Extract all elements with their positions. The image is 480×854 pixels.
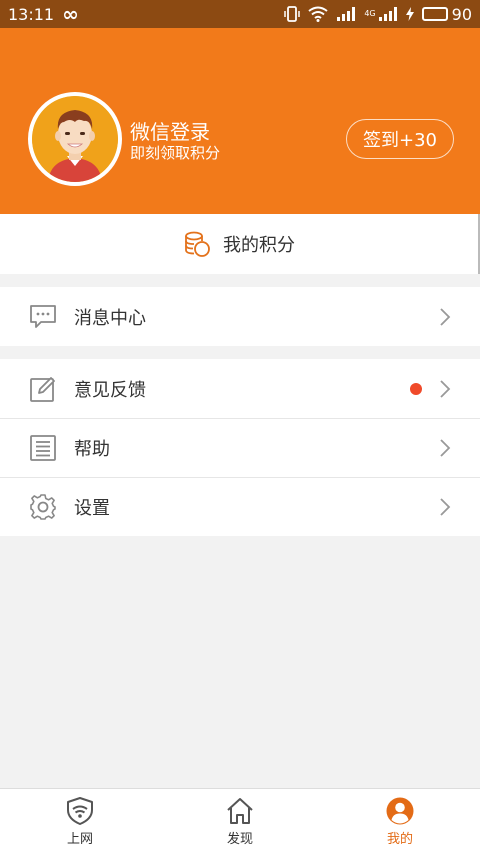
tab-internet[interactable]: 上网 — [0, 789, 160, 854]
vibrate-icon — [284, 6, 301, 22]
battery-icon — [421, 7, 448, 21]
menu-label-feedback: 意见反馈 — [74, 379, 146, 401]
battery-level: 90 — [451, 4, 472, 24]
status-bar: 13:11 ∞ 4G 90 — [0, 0, 480, 28]
signal-icon — [337, 7, 356, 21]
profile-header: 微信登录 即刻领取积分 签到+30 — [0, 28, 480, 214]
menu-label-messages: 消息中心 — [74, 307, 146, 329]
network-badge: 4G — [364, 8, 376, 18]
menu-label-help: 帮助 — [74, 439, 110, 460]
tab-mine[interactable]: 我的 — [320, 789, 480, 854]
menu-group-messages: 消息中心 — [0, 287, 480, 346]
feedback-badge — [410, 382, 422, 395]
signin-button[interactable]: 签到+30 — [346, 119, 454, 159]
login-subtitle: 即刻领取积分 — [130, 144, 221, 162]
my-points-label: 我的积分 — [223, 235, 295, 256]
menu-label-settings: 设置 — [74, 498, 110, 519]
tab-label-internet: 上网 — [66, 832, 93, 847]
profile-icon — [386, 797, 414, 825]
menu-group-main: 意见反馈 帮助 设置 — [0, 359, 480, 536]
menu-item-settings[interactable]: 设置 — [0, 477, 480, 536]
gear-icon — [28, 492, 58, 522]
chevron-right-icon — [440, 498, 451, 516]
avatar-person-icon — [32, 96, 118, 182]
tab-label-mine: 我的 — [386, 832, 413, 847]
menu-item-messages[interactable]: 消息中心 — [0, 287, 480, 346]
tab-discover[interactable]: 发现 — [160, 789, 320, 854]
menu-item-feedback[interactable]: 意见反馈 — [0, 359, 480, 418]
login-title[interactable]: 微信登录 — [130, 116, 210, 145]
status-time: 13:11 — [8, 4, 55, 24]
coins-icon — [185, 231, 210, 257]
signal-4g-icon — [378, 7, 397, 21]
home-icon — [227, 798, 253, 824]
bottom-tab-bar: 上网 发现 我的 — [0, 788, 480, 854]
avatar[interactable] — [28, 92, 122, 186]
wifi-shield-icon — [67, 797, 93, 825]
menu-item-help[interactable]: 帮助 — [0, 418, 480, 477]
infinity-icon: ∞ — [62, 2, 79, 26]
tab-label-discover: 发现 — [226, 832, 253, 847]
chevron-right-icon — [440, 439, 451, 457]
my-points-button[interactable]: 我的积分 — [0, 214, 480, 274]
chevron-right-icon — [440, 307, 451, 326]
battery: 90 — [421, 4, 472, 24]
list-icon — [28, 433, 58, 463]
chevron-right-icon — [440, 379, 451, 398]
message-icon — [28, 302, 58, 332]
edit-icon — [28, 374, 58, 404]
charging-icon — [405, 7, 414, 21]
wifi-icon — [308, 6, 328, 22]
